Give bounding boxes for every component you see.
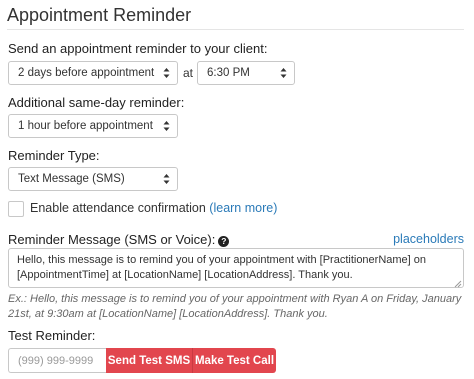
attendance-confirmation-checkbox[interactable] — [8, 201, 24, 217]
reminder-type-label: Reminder Type: — [8, 148, 100, 163]
reminder-message-text: Hello, this message is to remind you of … — [17, 254, 427, 281]
test-phone-input[interactable]: (999) 999-9999 — [8, 348, 106, 373]
page-title: Appointment Reminder — [7, 5, 192, 25]
select-arrows-icon — [280, 67, 287, 79]
at-label: at — [183, 66, 194, 80]
title-divider — [7, 29, 464, 30]
example-message: Ex.: Hello, this message is to remind yo… — [8, 293, 462, 320]
reminder-message-label-row: Reminder Message (SMS or Voice):? — [8, 232, 230, 247]
same-day-value: 1 hour before appointment — [18, 120, 153, 132]
make-test-call-button[interactable]: Make Test Call — [193, 348, 276, 373]
select-arrows-icon — [163, 173, 170, 185]
attendance-confirmation-label[interactable]: Enable attendance confirmation — [30, 201, 206, 215]
send-test-sms-button[interactable]: Send Test SMS — [106, 348, 192, 373]
reminder-timing-value: 2 days before appointment — [18, 67, 155, 79]
attendance-confirmation-row: Enable attendance confirmation (learn mo… — [30, 201, 277, 215]
select-arrows-icon — [163, 67, 170, 79]
reminder-timing-label: Send an appointment reminder to your cli… — [8, 41, 268, 56]
resize-grip-icon[interactable] — [454, 278, 462, 288]
select-arrows-icon — [163, 120, 170, 132]
test-reminder-label: Test Reminder: — [8, 328, 96, 343]
reminder-type-value: Text Message (SMS) — [18, 173, 125, 185]
same-day-select[interactable]: 1 hour before appointment — [8, 114, 178, 138]
reminder-time-select[interactable]: 6:30 PM — [197, 61, 295, 85]
learn-more-link[interactable]: (learn more) — [209, 201, 277, 215]
same-day-label: Additional same-day reminder: — [8, 95, 185, 110]
reminder-type-select[interactable]: Text Message (SMS) — [8, 167, 178, 191]
reminder-message-textarea[interactable]: Hello, this message is to remind you of … — [8, 248, 464, 288]
reminder-message-label: Reminder Message (SMS or Voice): — [8, 232, 216, 247]
help-icon[interactable]: ? — [218, 236, 230, 247]
reminder-time-value: 6:30 PM — [207, 67, 250, 79]
placeholders-link[interactable]: placeholders — [393, 232, 464, 246]
test-phone-placeholder: (999) 999-9999 — [18, 354, 94, 367]
reminder-timing-select[interactable]: 2 days before appointment — [8, 61, 178, 85]
